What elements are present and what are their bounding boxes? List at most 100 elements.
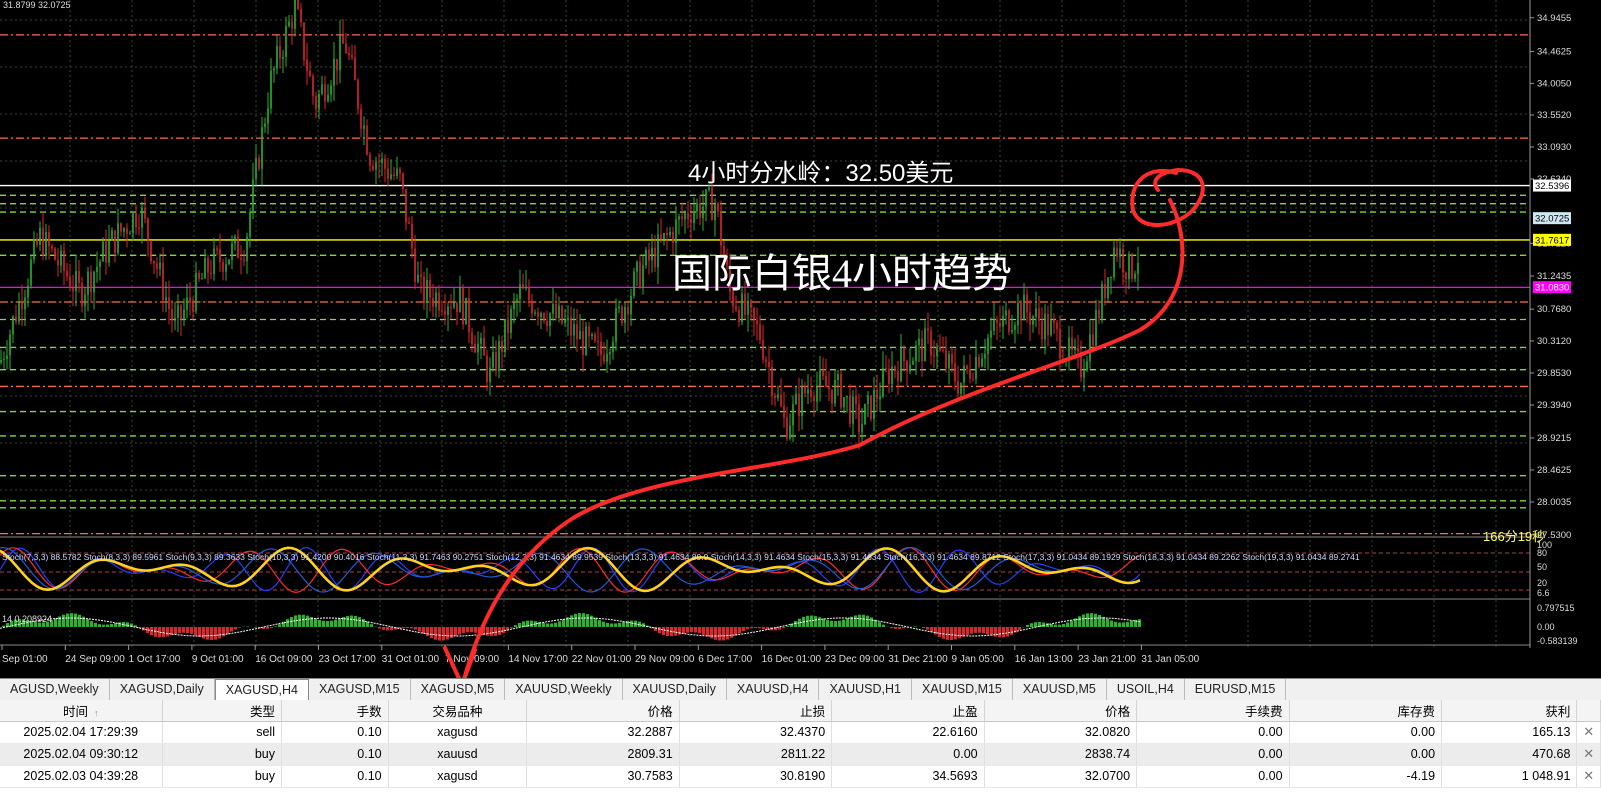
- candle-body: [366, 125, 368, 155]
- price-chart[interactable]: 34.945534.462534.005033.552033.093032.63…: [0, 0, 1601, 678]
- chart-tab[interactable]: XAUUSD,M15: [912, 679, 1013, 700]
- chart-tab[interactable]: XAUUSD,H1: [819, 679, 912, 700]
- table-row[interactable]: 2025.02.04 09:30:12 buy 0.10 xauusd 2809.31 2…: [0, 743, 1601, 766]
- chart-tab[interactable]: AGUSD,Weekly: [0, 679, 110, 700]
- candle-body: [738, 309, 740, 323]
- chart-tab[interactable]: XAUUSD,M5: [1013, 679, 1107, 700]
- macd-bar: [550, 623, 553, 627]
- chart-tab[interactable]: XAUUSD,Weekly: [505, 679, 623, 700]
- candle-body: [471, 332, 473, 344]
- candle-body: [270, 70, 272, 109]
- candle-body: [78, 271, 80, 283]
- macd-bar: [818, 617, 821, 627]
- candle-body: [186, 297, 188, 310]
- candle-body: [648, 249, 650, 261]
- macd-axis-label: -0.583139: [1537, 636, 1578, 646]
- chart-tab[interactable]: XAUUSD,Daily: [623, 679, 727, 700]
- column-header[interactable]: 类型: [162, 700, 282, 722]
- candle-body: [615, 308, 617, 342]
- candle-body: [699, 203, 701, 218]
- chart-tab[interactable]: XAGUSD,M15: [309, 679, 411, 700]
- macd-bar: [1086, 613, 1089, 627]
- chart-tab[interactable]: XAGUSD,Daily: [110, 679, 215, 700]
- candle-body: [981, 358, 983, 367]
- candle-body: [510, 308, 512, 333]
- macd-bar: [598, 619, 601, 627]
- close-position-icon[interactable]: ✕: [1576, 721, 1601, 744]
- column-header[interactable]: 止损: [679, 700, 833, 722]
- candle-body: [594, 334, 596, 341]
- macd-bar: [510, 627, 513, 628]
- chart-tab[interactable]: XAUUSD,H4: [727, 679, 820, 700]
- candle-body: [258, 157, 260, 169]
- time-tick-label: 22 Nov 01:00: [572, 654, 632, 665]
- candle-body: [492, 351, 494, 368]
- column-header[interactable]: 手续费: [1136, 700, 1290, 722]
- macd-bar: [690, 627, 693, 633]
- macd-bar: [822, 618, 825, 627]
- column-header[interactable]: 交易品种: [388, 700, 528, 722]
- candle-body: [645, 249, 647, 266]
- chart-tab[interactable]: XAGUSD,M5: [411, 679, 506, 700]
- close-position-icon[interactable]: ✕: [1576, 765, 1601, 788]
- table-row[interactable]: 2025.02.03 04:39:28 buy 0.10 xagusd 30.7583 3…: [0, 765, 1601, 788]
- macd-bar: [570, 615, 573, 627]
- macd-bar: [110, 623, 113, 627]
- price-tag-label: 31.7617: [1535, 235, 1569, 246]
- macd-bar: [810, 615, 813, 627]
- candle-body: [318, 93, 320, 110]
- candle-body: [93, 272, 95, 293]
- candle-body: [702, 206, 704, 218]
- candle-body: [603, 354, 605, 362]
- time-tick-label: 9 Oct 01:00: [192, 654, 244, 665]
- chart-tab[interactable]: EURUSD,M15: [1185, 679, 1287, 700]
- candle-body: [522, 284, 524, 289]
- macd-bar: [302, 614, 305, 627]
- macd-bar: [1098, 615, 1101, 627]
- column-header[interactable]: 库存费: [1289, 700, 1443, 722]
- column-header[interactable]: 获利: [1441, 700, 1578, 722]
- column-header[interactable]: 止盈: [831, 700, 985, 722]
- column-header[interactable]: 价格: [526, 700, 680, 722]
- price-tick-label: 34.9455: [1537, 13, 1571, 24]
- macd-bar: [586, 614, 589, 627]
- candle-body: [231, 243, 233, 260]
- table-row[interactable]: 2025.02.04 17:29:39 sell 0.10 xagusd 32.2887…: [0, 721, 1601, 744]
- candle-body: [417, 274, 419, 282]
- column-header[interactable]: 手数: [281, 700, 389, 722]
- macd-bar: [782, 627, 785, 629]
- macd-bar: [842, 619, 845, 627]
- macd-bar: [358, 617, 361, 627]
- macd-bar: [370, 624, 373, 627]
- macd-bar: [870, 617, 873, 627]
- candle-body: [444, 311, 446, 315]
- price-tick-label: 31.2435: [1537, 271, 1571, 282]
- column-header[interactable]: 价格: [984, 700, 1138, 722]
- candle-body: [294, 0, 296, 29]
- column-header[interactable]: 时间 ↑: [0, 700, 163, 722]
- candle-body: [18, 300, 20, 322]
- macd-bar: [582, 613, 585, 627]
- close-position-icon[interactable]: ✕: [1576, 743, 1601, 766]
- candle-body: [453, 302, 455, 308]
- macd-bar: [70, 613, 73, 627]
- candle-body: [828, 387, 830, 390]
- macd-bar: [830, 620, 833, 627]
- macd-bar: [442, 627, 445, 641]
- table-cell: 32.4370: [679, 721, 833, 744]
- macd-bar: [574, 613, 577, 627]
- macd-bar: [362, 619, 365, 627]
- candle-body: [252, 179, 254, 213]
- candle-body: [834, 380, 836, 404]
- candle-body: [957, 381, 959, 394]
- candle-body: [66, 270, 68, 277]
- chart-tab[interactable]: USOIL,H4: [1107, 679, 1185, 700]
- candle-body: [237, 236, 239, 258]
- candle-body: [0, 359, 2, 363]
- macd-bar: [114, 623, 117, 627]
- chart-tab[interactable]: XAGUSD,H4: [214, 679, 309, 700]
- macd-bar: [922, 627, 925, 628]
- candle-body: [1086, 361, 1088, 371]
- candle-body: [210, 272, 212, 274]
- candle-body: [441, 310, 443, 312]
